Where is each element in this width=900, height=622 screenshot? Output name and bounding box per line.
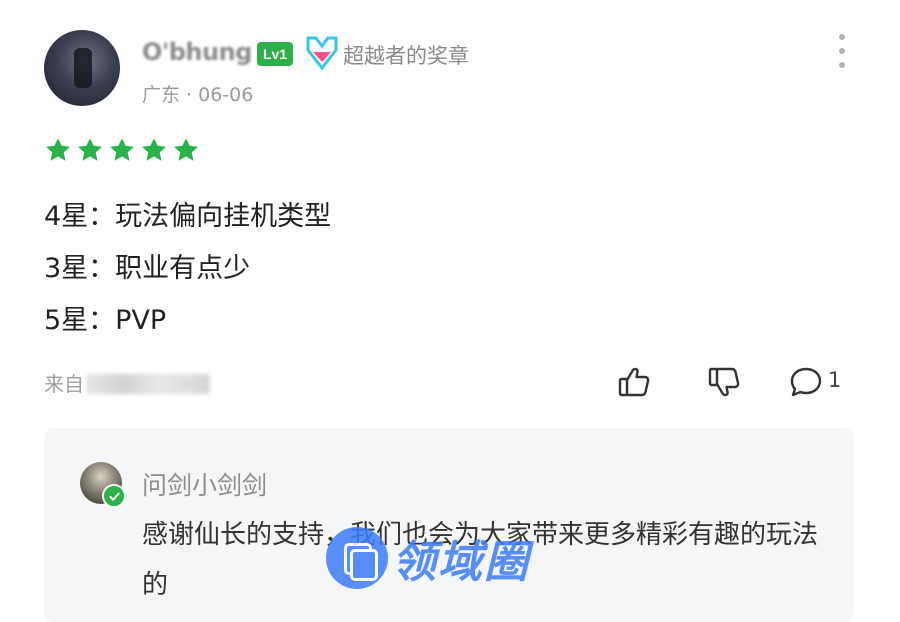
star-icon [142,138,166,161]
post-meta: 广东 · 06-06 [142,84,254,106]
reply-author[interactable]: 问剑小剑剑 [142,466,267,502]
source-prefix: 来自 [44,372,84,396]
medal-label: 超越者的奖章 [343,44,469,68]
level-badge: Lv1 [257,42,293,66]
star-icon [174,138,198,161]
username[interactable]: O'bhung [142,38,252,66]
watermark-text: 领域圈 [392,537,530,588]
avatar[interactable] [44,30,120,106]
verified-icon [102,484,126,508]
comment-icon[interactable] [786,362,826,402]
more-icon[interactable] [830,34,854,68]
rating-stars [44,136,200,164]
comment-count: 1 [828,368,842,392]
review-line: 4星：玩法偏向挂机类型 [44,201,332,232]
thumbs-up-icon[interactable] [614,362,654,402]
review-line: 5星：PVP [44,305,167,336]
device-source: 来自 [44,368,210,397]
thumbs-down-icon[interactable] [704,362,744,402]
device-name-blurred [86,374,210,394]
watermark: 领域圈 [326,526,530,590]
star-icon [110,138,134,161]
developer-reply: 问剑小剑剑 感谢仙长的支持，我们也会为大家带来更多精彩有趣的玩法的 [44,428,854,622]
watermark-logo-icon [326,527,388,589]
star-icon [78,138,102,161]
review-line: 3星：职业有点少 [44,253,251,284]
medal-icon[interactable] [306,36,338,70]
star-icon [46,138,70,161]
